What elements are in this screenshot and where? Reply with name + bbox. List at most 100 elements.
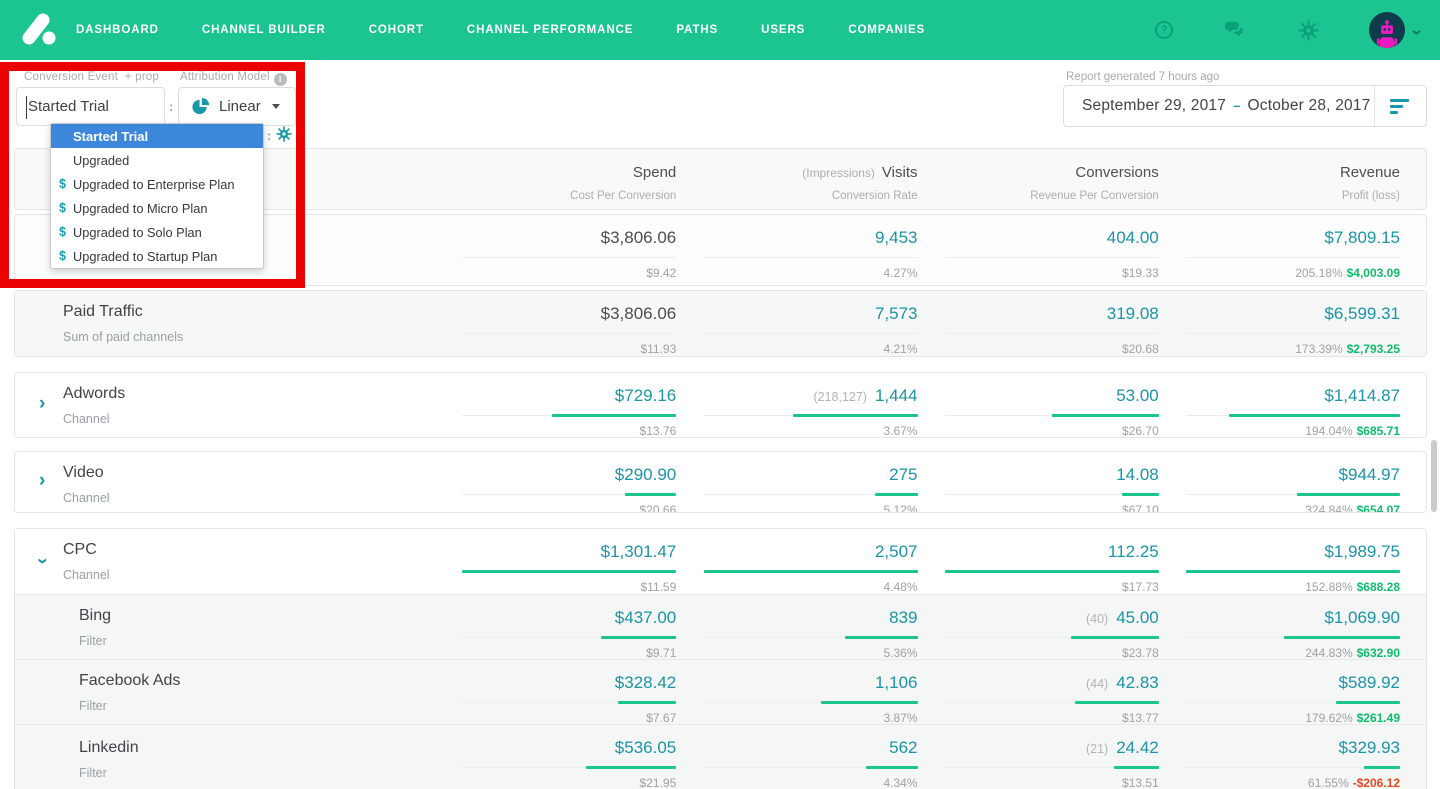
metric-cell: $329.93 61.55% -$206.12 bbox=[1185, 725, 1426, 789]
attribution-model-select[interactable]: Linear bbox=[178, 87, 296, 126]
chevron-right-icon[interactable]: › bbox=[39, 394, 45, 414]
sub-value: $26.70 bbox=[1122, 424, 1159, 438]
nav-item-paths[interactable]: PATHS bbox=[676, 24, 718, 36]
metric-value[interactable]: $1,301.47 bbox=[601, 542, 677, 562]
table-row[interactable]: › CPC Channel $1,301.47 $11.59 2,507 4.48% 112.… bbox=[15, 529, 1426, 594]
metric-bar bbox=[944, 766, 1159, 769]
sub-value: $20.68 bbox=[1122, 342, 1159, 356]
dropdown-item[interactable]: Started Trial bbox=[51, 124, 263, 148]
metric-bar bbox=[462, 414, 677, 417]
percent-value: 173.39% bbox=[1295, 342, 1343, 356]
sub-value: $19.33 bbox=[1122, 266, 1159, 280]
dropdown-item[interactable]: $ Upgraded to Micro Plan bbox=[51, 196, 263, 220]
metric-value-line: $1,301.47 bbox=[601, 542, 677, 562]
metric-value-line: $7,809.15 bbox=[1324, 228, 1400, 248]
nav-item-channel-performance[interactable]: CHANNEL PERFORMANCE bbox=[467, 24, 633, 36]
column-settings-gear-icon[interactable] bbox=[276, 126, 292, 147]
add-prop-button[interactable]: + prop bbox=[125, 71, 159, 83]
column-header-spend[interactable]: Spend Cost Per Conversion bbox=[461, 149, 702, 209]
dropdown-item[interactable]: $ Upgraded to Solo Plan bbox=[51, 220, 263, 244]
column-header-conversions[interactable]: Conversions Revenue Per Conversion bbox=[944, 149, 1185, 209]
help-icon[interactable]: ? bbox=[1153, 19, 1175, 41]
metric-value[interactable]: 562 bbox=[889, 738, 917, 758]
chat-icon[interactable] bbox=[1225, 19, 1247, 41]
metric-value[interactable]: 14.08 bbox=[1116, 465, 1159, 485]
filter-icon[interactable] bbox=[1374, 86, 1426, 126]
user-menu[interactable]: ⌄ bbox=[1369, 12, 1425, 48]
metric-value[interactable]: 1,444 bbox=[875, 386, 918, 406]
metric-value[interactable]: 839 bbox=[889, 608, 917, 628]
metric-bar bbox=[703, 636, 918, 639]
metric-value[interactable]: $1,414.87 bbox=[1324, 386, 1400, 406]
metric-value[interactable]: 2,507 bbox=[875, 542, 918, 562]
metric-value[interactable]: $589.92 bbox=[1339, 673, 1400, 693]
metric-value[interactable]: 45.00 bbox=[1116, 608, 1159, 628]
table-row[interactable]: › Adwords Channel $729.16 $13.76 (218,127) 1,4… bbox=[15, 373, 1426, 437]
metric-subvalue: 4.48% bbox=[883, 580, 917, 594]
chevron-down-icon: ⌄ bbox=[1408, 22, 1425, 37]
metric-value[interactable]: 9,453 bbox=[875, 228, 918, 248]
table-row[interactable]: Facebook Ads Filter $328.42 $7.67 1,106 3.87%… bbox=[15, 659, 1426, 725]
metric-value[interactable]: 42.83 bbox=[1116, 673, 1159, 693]
nav-item-users[interactable]: USERS bbox=[761, 24, 805, 36]
metric-value[interactable]: 404.00 bbox=[1107, 228, 1159, 248]
settings-gear-icon[interactable] bbox=[1297, 19, 1319, 41]
nav-item-cohort[interactable]: COHORT bbox=[369, 24, 424, 36]
sub-value: 5.12% bbox=[883, 503, 918, 513]
attribution-logo-icon[interactable] bbox=[18, 10, 58, 50]
info-icon[interactable]: i bbox=[273, 72, 287, 86]
row-subtitle: Channel bbox=[63, 568, 110, 582]
column-header-visits[interactable]: (Impressions) Visits Conversion Rate bbox=[702, 149, 943, 209]
metric-value[interactable]: $1,989.75 bbox=[1324, 542, 1400, 562]
metric-bar bbox=[1186, 493, 1400, 496]
metric-value[interactable]: 24.42 bbox=[1116, 738, 1159, 758]
conversion-event-input[interactable] bbox=[17, 88, 164, 125]
metric-value-line: $1,414.87 bbox=[1324, 386, 1400, 406]
chevron-down-icon[interactable]: › bbox=[32, 557, 53, 563]
metric-value[interactable]: $6,599.31 bbox=[1324, 304, 1400, 324]
chevron-right-icon[interactable]: › bbox=[39, 471, 45, 491]
sub-value: $23.78 bbox=[1122, 646, 1159, 660]
metric-value[interactable]: $328.42 bbox=[615, 673, 676, 693]
dropdown-item[interactable]: Upgraded bbox=[51, 148, 263, 172]
nav-item-dashboard[interactable]: DASHBOARD bbox=[76, 24, 159, 36]
nav-item-channel-builder[interactable]: CHANNEL BUILDER bbox=[202, 24, 326, 36]
bar-fill bbox=[1284, 636, 1400, 639]
dropdown-item-label: Upgraded to Solo Plan bbox=[73, 224, 202, 240]
date-range-picker[interactable]: September 29, 2017– October 28, 2017 bbox=[1063, 85, 1427, 127]
scrollbar-thumb[interactable] bbox=[1431, 440, 1437, 512]
metric-value[interactable]: $329.93 bbox=[1339, 738, 1400, 758]
metric-value[interactable]: 1,106 bbox=[875, 673, 918, 693]
table-row[interactable]: › Video Channel $290.90 $20.66 275 5.12% 14.08 $… bbox=[15, 452, 1426, 512]
metric-subvalue: 205.18% $4,003.09 bbox=[1295, 266, 1400, 280]
metric-value-line: $589.92 bbox=[1339, 673, 1400, 693]
user-avatar[interactable] bbox=[1369, 12, 1406, 48]
metric-value[interactable]: $729.16 bbox=[615, 386, 676, 406]
metric-value[interactable]: $7,809.15 bbox=[1324, 228, 1400, 248]
metric-subvalue: $21.95 bbox=[640, 776, 677, 789]
table-row[interactable]: Paid Traffic Sum of paid channels $3,806.0… bbox=[15, 291, 1426, 356]
metric-value-line: 319.08 bbox=[1107, 304, 1159, 324]
metric-value[interactable]: 7,573 bbox=[875, 304, 918, 324]
dropdown-item[interactable]: $ Upgraded to Enterprise Plan bbox=[51, 172, 263, 196]
metric-value[interactable]: 53.00 bbox=[1116, 386, 1159, 406]
table-row[interactable]: Bing Filter $437.00 $9.71 839 5.36% (40) 45.00 $… bbox=[15, 594, 1426, 660]
metric-value[interactable]: 112.25 bbox=[1108, 542, 1159, 562]
metric-value[interactable]: $536.05 bbox=[615, 738, 676, 758]
metric-subvalue: $17.73 bbox=[1122, 580, 1159, 594]
metric-value-line: $328.42 bbox=[615, 673, 676, 693]
conversion-event-input-box[interactable] bbox=[16, 87, 165, 126]
bar-track bbox=[1186, 333, 1400, 334]
column-header-revenue[interactable]: Revenue Profit (loss) bbox=[1185, 149, 1426, 209]
metric-value[interactable]: $437.00 bbox=[615, 608, 676, 628]
metric-value-line: $1,069.90 bbox=[1324, 608, 1400, 628]
table-row[interactable]: Linkedin Filter $536.05 $21.95 562 4.34% (21) 2… bbox=[15, 724, 1426, 789]
metric-value[interactable]: $944.97 bbox=[1339, 465, 1400, 485]
metric-value[interactable]: 275 bbox=[889, 465, 917, 485]
metric-value[interactable]: 319.08 bbox=[1107, 304, 1159, 324]
metric-value[interactable]: $290.90 bbox=[615, 465, 676, 485]
bar-fill bbox=[1297, 493, 1400, 496]
metric-value[interactable]: $1,069.90 bbox=[1324, 608, 1400, 628]
nav-item-companies[interactable]: COMPANIES bbox=[848, 24, 925, 36]
dropdown-item[interactable]: $ Upgraded to Startup Plan bbox=[51, 244, 263, 268]
